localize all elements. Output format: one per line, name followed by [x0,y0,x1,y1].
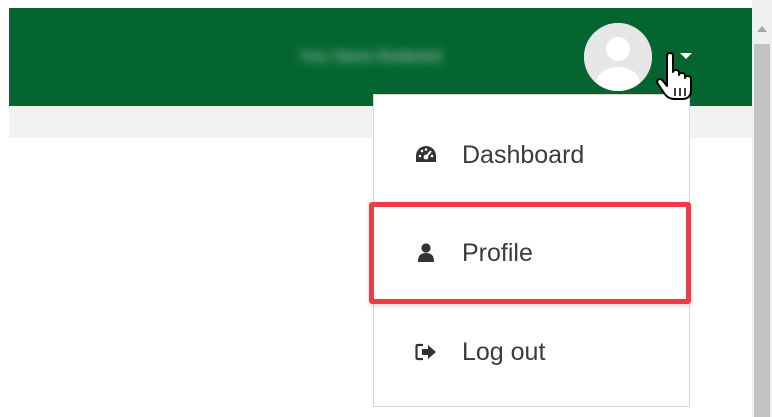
left-margin [0,0,9,417]
scrollbar-thumb[interactable] [754,44,770,417]
user-name[interactable]: Your Name Redacted [299,45,564,69]
top-navbar: Your Name Redacted [9,8,752,106]
scroll-up-arrow-icon[interactable] [757,26,767,32]
menu-item-label: Dashboard [462,141,585,169]
user-avatar-icon[interactable] [584,23,652,91]
hand-pointer-cursor-icon [655,52,695,102]
profile-highlight-box [369,202,691,304]
menu-item-logout[interactable]: Log out [374,317,689,387]
menu-item-dashboard[interactable]: Dashboard [374,120,689,190]
sign-out-icon [415,341,437,363]
dashboard-gauge-icon [415,144,437,166]
menu-item-label: Log out [462,338,546,366]
page: Your Name Redacted Dashboard Profile Log… [0,0,772,417]
